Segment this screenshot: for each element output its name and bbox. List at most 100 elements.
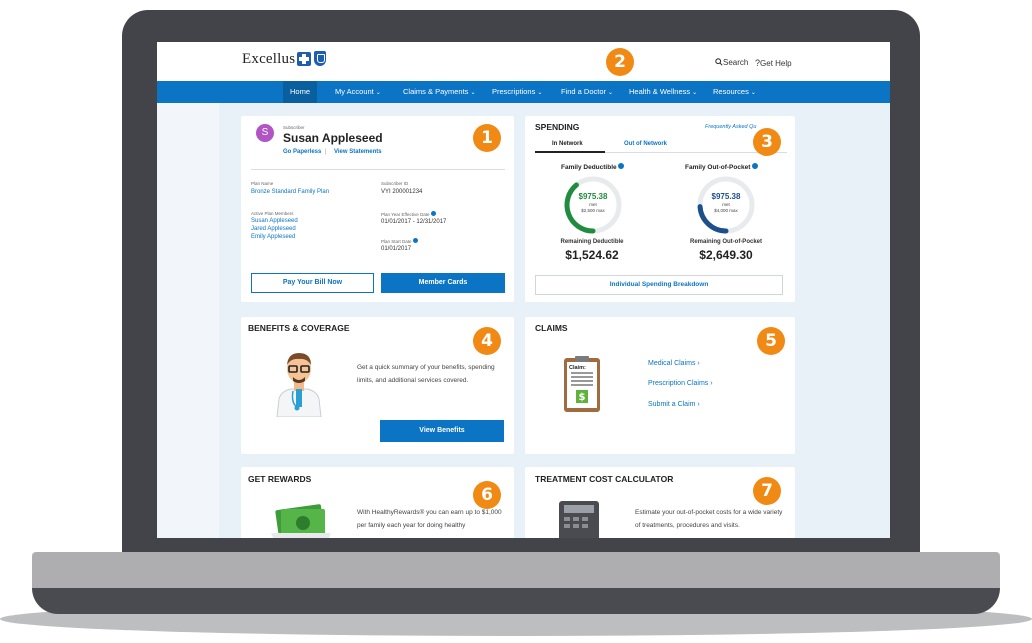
view-benefits-button[interactable]: View Benefits [380,420,504,442]
callout-badge-7: 7 [753,477,781,505]
nav-my-account-label: My Account [335,87,374,96]
chevron-down-icon: ⌄ [608,90,614,96]
shield-logo-icon [314,51,326,66]
tab-in-network[interactable]: In Network [552,141,583,147]
clipboard-label: Claim: [569,365,586,371]
plan-start: 01/01/2017 [381,246,412,252]
laptop-base-bottom [32,588,1000,614]
nav-claims-payments[interactable]: Claims & Payments ⌄ [403,81,475,103]
plan-year: 01/01/2017 - 12/31/2017 [381,219,447,225]
faq-link[interactable]: Frequently Asked Qu [705,124,756,130]
nav-find-doctor[interactable]: Find a Doctor ⌄ [561,81,613,103]
benefits-card: BENEFITS & COVERAGE Get a quick summary … [241,317,514,454]
info-icon[interactable] [752,163,759,169]
oop-amount: $975.38 [711,192,741,201]
get-help-label: Get Help [760,59,792,68]
chevron-down-icon: ⌄ [375,90,381,96]
view-statements-link[interactable]: View Statements [334,149,382,155]
callout-badge-5: 5 [757,327,785,355]
oop-title: Family Out-of-Pocket [685,163,759,171]
account-card: S Subscriber Susan Appleseed Go Paperles… [241,116,514,302]
active-members-label: Active Plan Members [251,211,294,216]
info-icon[interactable] [430,211,436,216]
chevron-right-icon: › [697,360,700,367]
rewards-description: With HealthyRewards® you can earn up to … [357,509,502,529]
spending-card: SPENDING Frequently Asked Qu In Network … [525,116,795,302]
deductible-max: $2,500 max [581,208,605,213]
callout-badge-4: 4 [473,327,501,355]
callout-badge-1: 1 [473,124,501,152]
nav-resources[interactable]: Resources ⌄ [713,81,756,103]
benefits-description: Get a quick summary of your benefits, sp… [357,364,495,384]
prescription-claims-label: Prescription Claims [648,380,709,387]
subscriber-name: Susan Appleseed [283,131,383,145]
nav-find-doctor-label: Find a Doctor [561,87,607,96]
chevron-down-icon: ⌄ [470,90,476,96]
deductible-amount: $975.38 [578,192,608,201]
plan-name-label: Plan Name [251,181,274,186]
chevron-right-icon: › [710,380,713,387]
oop-max: $4,000 max [714,208,738,213]
remaining-deductible-label: Remaining Deductible [560,239,624,245]
search-icon [715,58,723,66]
medical-claims-label: Medical Claims [648,360,696,367]
money-illustration [271,504,331,538]
tab-out-of-network[interactable]: Out of Network [624,141,667,147]
calculator-description: Estimate your out-of-pocket costs for a … [635,509,783,529]
main-nav: Home My Account ⌄ Claims & Payments ⌄ Pres… [157,81,890,103]
plan-year-label-text: Plan Year Effective Date [381,212,430,217]
plan-name[interactable]: Bronze Standard Family Plan [251,189,329,195]
chevron-down-icon: ⌄ [537,90,543,96]
claim-clipboard-illustration: $ [564,356,600,412]
medical-claims-link[interactable]: Medical Claims › [648,360,700,367]
prescription-claims-link[interactable]: Prescription Claims › [648,380,713,387]
deductible-title: Family Deductible [561,163,625,171]
nav-health-wellness-label: Health & Wellness [629,87,691,96]
screen: Excellus Search ?Get Help 2 Home My Acco… [157,42,890,538]
pay-bill-button[interactable]: Pay Your Bill Now [251,273,374,293]
spending-title: SPENDING [535,122,580,132]
left-gutter [157,103,219,538]
spending-breakdown-button[interactable]: Individual Spending Breakdown [535,275,783,295]
calculator-title: TREATMENT COST CALCULATOR [535,474,674,484]
member-cards-button[interactable]: Member Cards [381,273,505,293]
avatar: S [256,124,274,142]
logo[interactable]: Excellus [242,51,295,68]
chevron-down-icon: ⌄ [692,90,698,96]
calculator-card: TREATMENT COST CALCULATOR Estimate your … [525,467,795,538]
go-paperless-link[interactable]: Go Paperless [283,149,321,155]
nav-my-account[interactable]: My Account ⌄ [335,81,381,103]
nav-resources-label: Resources [713,87,749,96]
info-icon[interactable] [618,163,625,169]
svg-text:$: $ [579,392,586,403]
cross-logo-icon [297,52,311,66]
search-link[interactable]: Search [715,58,748,67]
nav-claims-payments-label: Claims & Payments [403,87,469,96]
plan-start-label: Plan Start Date [381,238,418,244]
rewards-title: GET REWARDS [248,474,312,484]
info-icon[interactable] [412,238,418,243]
member-link[interactable]: Jared Appleseed [251,226,296,232]
link-separator: | [325,149,327,155]
oop-met: met [722,202,730,207]
subscriber-id-label: Subscriber ID [381,181,409,186]
header: Excellus Search ?Get Help 2 [157,42,890,81]
subscriber-label: Subscriber [283,125,305,130]
remaining-deductible: $1,524.62 [565,248,619,262]
oop-title-text: Family Out-of-Pocket [685,164,751,171]
search-label: Search [723,58,749,67]
get-help-link[interactable]: ?Get Help [755,58,792,68]
rewards-card: GET REWARDS With HealthyRewards® you can… [241,467,514,538]
chevron-right-icon: › [697,401,700,408]
nav-health-wellness[interactable]: Health & Wellness ⌄ [629,81,697,103]
member-link[interactable]: Emily Appleseed [251,234,295,240]
nav-prescriptions[interactable]: Prescriptions ⌄ [492,81,542,103]
subscriber-id: VYI 200001234 [381,189,423,195]
member-link[interactable]: Susan Appleseed [251,218,298,224]
benefits-title: BENEFITS & COVERAGE [248,323,350,333]
submit-claim-link[interactable]: Submit a Claim › [648,401,700,408]
callout-badge-3: 3 [753,128,781,156]
nav-home[interactable]: Home [283,81,318,103]
plan-year-label: Plan Year Effective Date [381,211,436,217]
callout-badge-2: 2 [606,48,634,76]
